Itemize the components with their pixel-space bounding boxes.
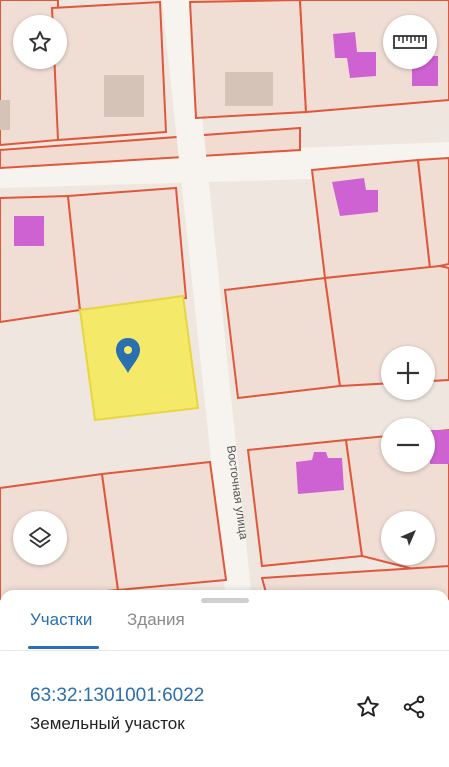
sheet-tabs: Участки Здания xyxy=(0,590,449,651)
tab-parcels[interactable]: Участки xyxy=(30,610,92,630)
locate-button[interactable] xyxy=(381,511,435,565)
navigation-arrow-icon xyxy=(397,527,419,549)
add-favorite-button[interactable] xyxy=(352,693,384,725)
tab-buildings[interactable]: Здания xyxy=(127,610,185,630)
share-icon xyxy=(401,694,427,725)
cadastral-number-link[interactable]: 63:32:1301001:6022 xyxy=(30,685,204,707)
building-gray xyxy=(104,75,144,117)
ruler-icon xyxy=(393,32,427,52)
map-view[interactable]: Восточная улица xyxy=(0,0,449,600)
selected-parcel[interactable] xyxy=(78,294,200,422)
zoom-in-button[interactable] xyxy=(381,346,435,400)
building-gray xyxy=(225,72,273,106)
favorite-button[interactable] xyxy=(13,15,67,69)
share-button[interactable] xyxy=(398,693,430,725)
building-purple xyxy=(14,216,44,246)
measure-button[interactable] xyxy=(383,15,437,69)
layers-button[interactable] xyxy=(13,511,67,565)
layers-icon xyxy=(26,524,54,552)
bottom-sheet: Участки Здания 63:32:1301001:6022 Земель… xyxy=(0,590,449,767)
star-icon xyxy=(27,29,53,55)
parcel-type-label: Земельный участок xyxy=(30,714,185,733)
building-gray xyxy=(0,100,10,130)
minus-icon xyxy=(394,431,422,459)
zoom-out-button[interactable] xyxy=(381,418,435,472)
plus-icon xyxy=(394,359,422,387)
star-icon xyxy=(355,694,381,725)
active-tab-indicator xyxy=(28,646,99,649)
